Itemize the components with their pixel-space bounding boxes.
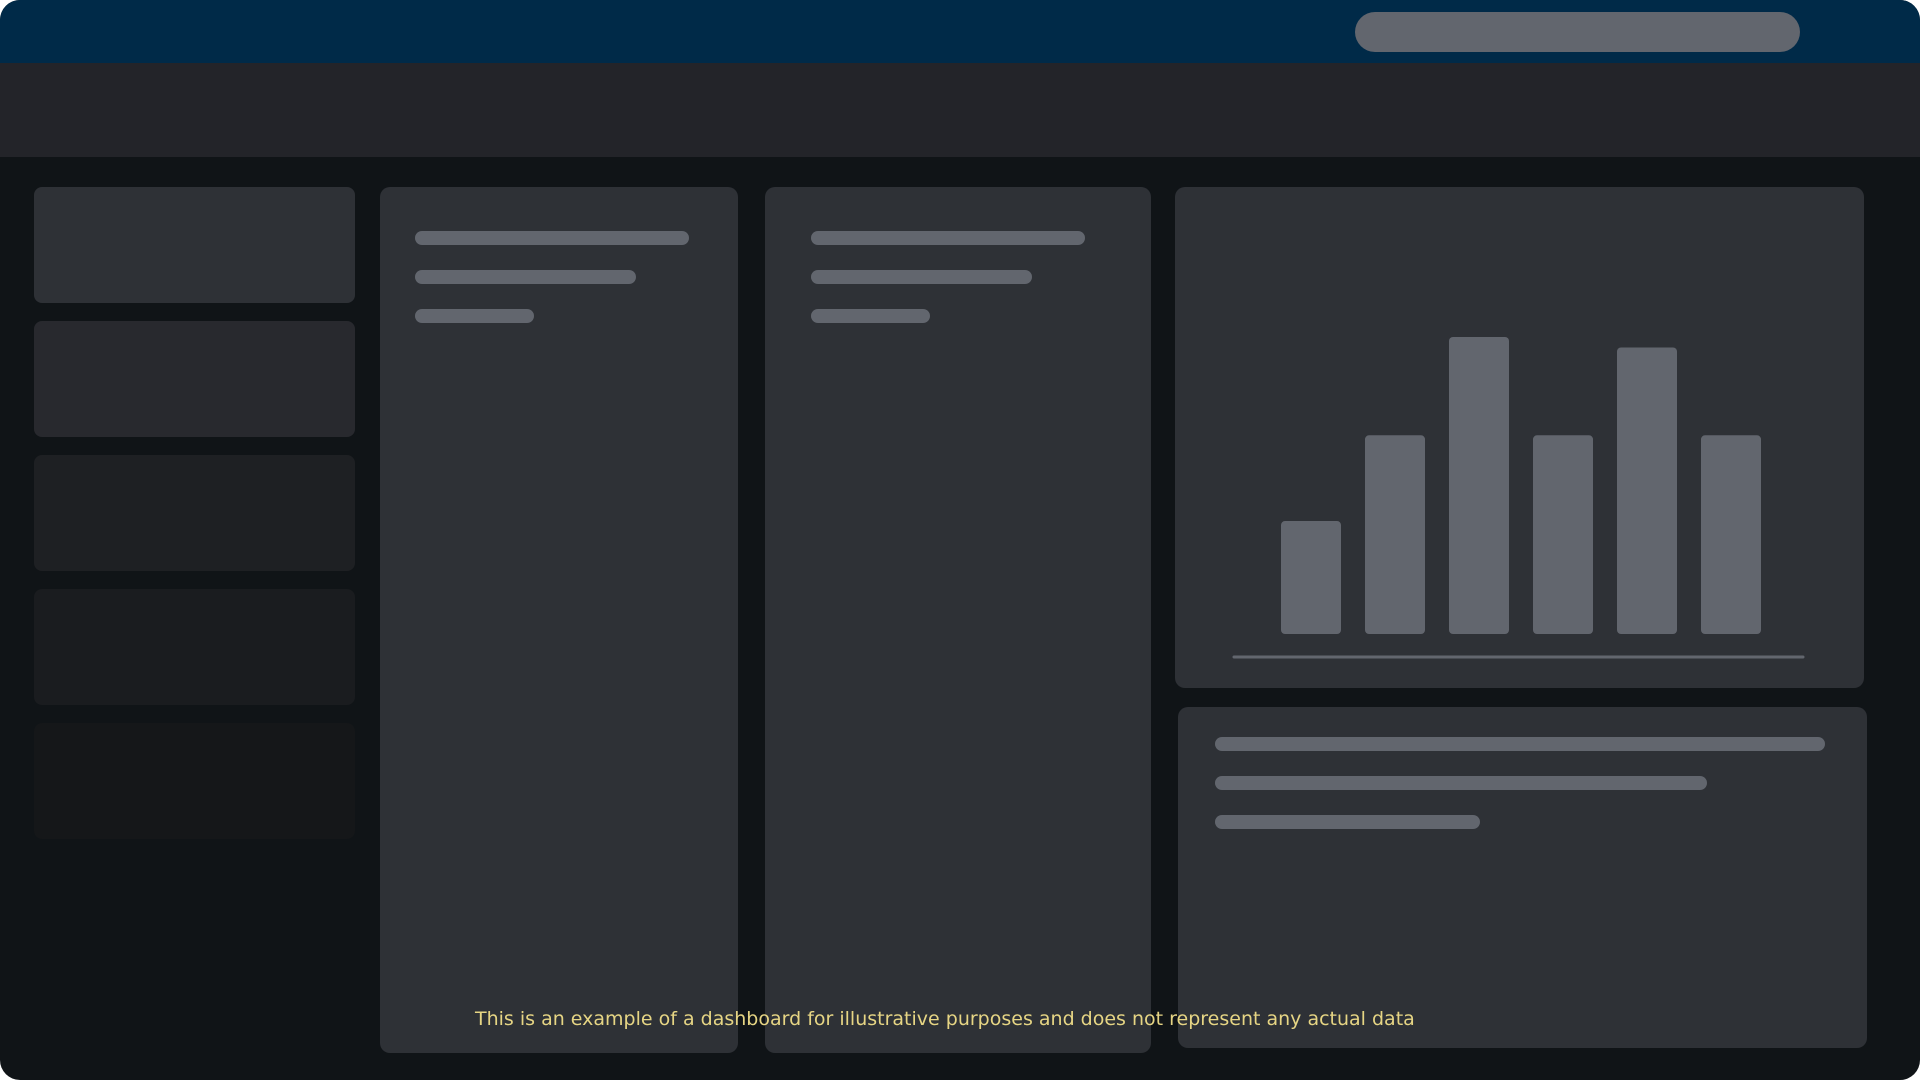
text-placeholder-line (415, 231, 689, 245)
dashboard-frame: This is an example of a dashboard for il… (0, 0, 1920, 1080)
text-placeholder-line (415, 270, 636, 284)
top-bar (0, 0, 1920, 63)
sidebar-card-3[interactable] (34, 455, 355, 571)
chart-bar (1533, 435, 1593, 634)
text-placeholder-line (1215, 815, 1480, 829)
text-placeholder-line (811, 270, 1032, 284)
summary-panel (1178, 707, 1867, 1048)
text-placeholder-line (1215, 776, 1707, 790)
sidebar-card-4[interactable] (34, 589, 355, 705)
content-panel-2 (765, 187, 1151, 1053)
chart-bar (1449, 337, 1509, 634)
sub-header (0, 63, 1920, 157)
chart-bar (1281, 521, 1341, 634)
text-placeholder-line (811, 309, 930, 323)
chart-bar (1365, 435, 1425, 634)
content-panel-1 (380, 187, 738, 1053)
bar-chart (1232, 337, 1805, 659)
text-placeholder-line (1215, 737, 1825, 751)
text-placeholder-line (811, 231, 1085, 245)
sidebar-card-5[interactable] (34, 723, 355, 839)
text-placeholder-line (415, 309, 534, 323)
chart-bar (1701, 435, 1761, 634)
sidebar-card-1[interactable] (34, 187, 355, 303)
chart-bar (1617, 347, 1677, 634)
sidebar-card-2[interactable] (34, 321, 355, 437)
disclaimer-text: This is an example of a dashboard for il… (475, 1008, 1415, 1030)
search-input[interactable] (1355, 12, 1800, 52)
chart-panel (1175, 187, 1864, 688)
